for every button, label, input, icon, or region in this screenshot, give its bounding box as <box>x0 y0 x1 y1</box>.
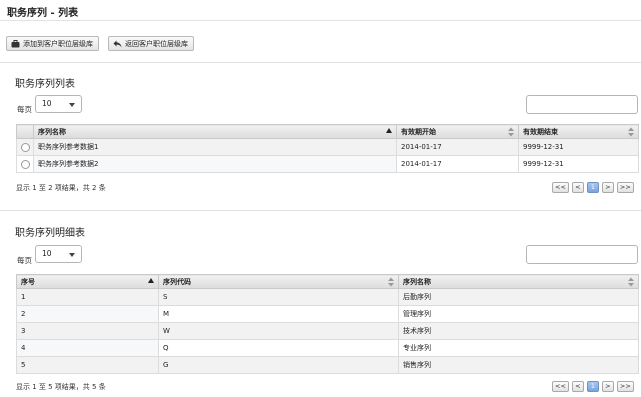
sort-ascending-icon <box>148 278 154 283</box>
end-date-cell: 9999-12-31 <box>518 138 639 156</box>
column-header-end-date[interactable]: 有效期结束 <box>518 124 639 139</box>
per-page-value: 10 <box>42 99 52 108</box>
column-header-sequence-name[interactable]: 序列名称 <box>33 124 397 139</box>
sort-icon <box>628 127 634 137</box>
row-radio-cell[interactable] <box>16 138 34 156</box>
pagination: << < 1 > >> <box>552 182 634 193</box>
row-select-radio[interactable] <box>21 142 30 152</box>
divider <box>0 210 641 211</box>
per-page-select[interactable]: 10 <box>35 95 82 113</box>
code-cell: Q <box>158 339 399 357</box>
number-cell: 4 <box>16 339 159 357</box>
name-cell: 销售序列 <box>398 356 639 374</box>
first-page-button[interactable]: << <box>552 381 569 392</box>
search-input[interactable] <box>526 245 638 264</box>
column-header-start-date[interactable]: 有效期开始 <box>396 124 519 139</box>
sort-icon <box>508 127 514 137</box>
row-select-radio[interactable] <box>21 159 30 169</box>
row-radio-cell[interactable] <box>16 155 34 173</box>
last-page-button[interactable]: >> <box>616 182 634 193</box>
table-row[interactable]: 1 S 后勤序列 <box>16 288 639 306</box>
name-cell: 专业序列 <box>398 339 639 357</box>
number-cell: 2 <box>16 305 159 323</box>
number-cell: 3 <box>16 322 159 340</box>
back-button-label: 返回客户职位层级库 <box>125 39 188 48</box>
name-cell: 后勤序列 <box>398 288 639 306</box>
per-page-label: 每页 <box>17 256 32 265</box>
chevron-down-icon <box>69 253 75 257</box>
prev-page-button[interactable]: < <box>571 381 584 392</box>
section-title-sequence-detail: 职务序列明细表 <box>15 228 85 239</box>
add-button-label: 添加到客户职位层级库 <box>23 39 93 48</box>
reply-icon <box>113 40 122 47</box>
start-date-cell: 2014-01-17 <box>396 155 519 173</box>
sort-icon <box>388 277 394 287</box>
per-page-value: 10 <box>42 249 52 258</box>
pagination: << < 1 > >> <box>552 381 634 392</box>
code-cell: M <box>158 305 399 323</box>
sequence-list-table: 序列名称 有效期开始 有效期结束 职务序列参考数据1 2014-01-17 99… <box>16 124 639 173</box>
table-info-text: 显示 1 至 5 项结果，共 5 条 <box>16 383 106 391</box>
code-cell: W <box>158 322 399 340</box>
sequence-name-cell: 职务序列参考数据2 <box>33 155 397 173</box>
table-row[interactable]: 职务序列参考数据2 2014-01-17 9999-12-31 <box>16 155 639 173</box>
next-page-button[interactable]: > <box>601 182 614 193</box>
divider <box>0 20 641 21</box>
back-to-client-library-button[interactable]: 返回客户职位层级库 <box>108 36 194 51</box>
name-cell: 技术序列 <box>398 322 639 340</box>
page-number-button[interactable]: 1 <box>586 381 599 392</box>
divider <box>0 62 641 63</box>
per-page-select[interactable]: 10 <box>35 245 82 263</box>
table-row[interactable]: 2 M 管理序列 <box>16 305 639 323</box>
per-page-label: 每页 <box>17 105 32 114</box>
briefcase-icon <box>11 39 20 47</box>
chevron-down-icon <box>69 103 75 107</box>
start-date-cell: 2014-01-17 <box>396 138 519 156</box>
section-title-sequence-list: 职务序列列表 <box>15 79 75 90</box>
column-header-select <box>16 124 34 139</box>
number-cell: 1 <box>16 288 159 306</box>
prev-page-button[interactable]: < <box>571 182 584 193</box>
page-number-button[interactable]: 1 <box>586 182 599 193</box>
search-input[interactable] <box>526 95 638 114</box>
number-cell: 5 <box>16 356 159 374</box>
sequence-detail-table: 序号 序列代码 序列名称 1 S 后勤序列 2 M 管理序列 3 W 技术序列 … <box>16 274 639 374</box>
code-cell: G <box>158 356 399 374</box>
table-row[interactable]: 4 Q 专业序列 <box>16 339 639 357</box>
next-page-button[interactable]: > <box>601 381 614 392</box>
name-cell: 管理序列 <box>398 305 639 323</box>
end-date-cell: 9999-12-31 <box>518 155 639 173</box>
sequence-name-cell: 职务序列参考数据1 <box>33 138 397 156</box>
add-to-client-library-button[interactable]: 添加到客户职位层级库 <box>6 36 99 51</box>
table-row[interactable]: 职务序列参考数据1 2014-01-17 9999-12-31 <box>16 138 639 156</box>
code-cell: S <box>158 288 399 306</box>
column-header-number[interactable]: 序号 <box>16 274 159 289</box>
page-title: 职务序列 - 列表 <box>7 8 79 19</box>
sort-ascending-icon <box>386 128 392 133</box>
table-info-text: 显示 1 至 2 项结果，共 2 条 <box>16 184 106 192</box>
first-page-button[interactable]: << <box>552 182 569 193</box>
column-header-sequence-code[interactable]: 序列代码 <box>158 274 399 289</box>
last-page-button[interactable]: >> <box>616 381 634 392</box>
sort-icon <box>628 277 634 287</box>
table-row[interactable]: 5 G 销售序列 <box>16 356 639 374</box>
column-header-sequence-name[interactable]: 序列名称 <box>398 274 639 289</box>
table-row[interactable]: 3 W 技术序列 <box>16 322 639 340</box>
